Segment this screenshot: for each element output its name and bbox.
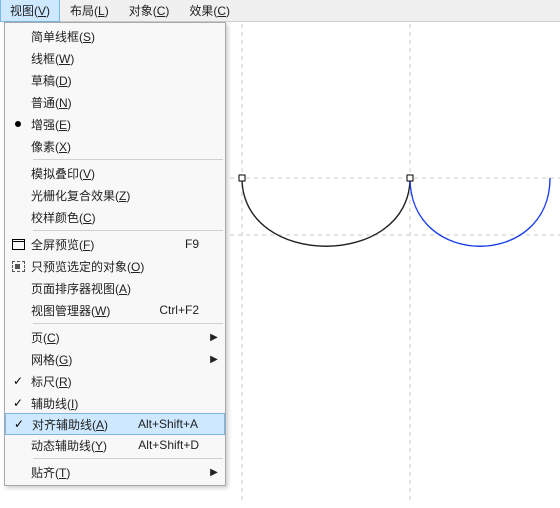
menu-item-label: 标尺(R) xyxy=(31,373,199,390)
menu-item-1[interactable]: 线框(W) xyxy=(5,47,225,69)
menu-item-label: 页(C) xyxy=(31,329,199,346)
canvas-svg xyxy=(230,24,560,504)
menu-item-0[interactable]: 简单线框(S) xyxy=(5,25,225,47)
menu-item-16[interactable]: 页(C) ▶ xyxy=(5,326,225,348)
menu-item-2[interactable]: 草稿(D) xyxy=(5,69,225,91)
menubar-item-2[interactable]: 对象(C) xyxy=(119,0,180,22)
selonly-icon-cell xyxy=(5,261,31,272)
menu-item-label: 像素(X) xyxy=(31,138,199,155)
menu-item-label: 简单线框(S) xyxy=(31,28,199,45)
submenu-arrow-icon: ▶ xyxy=(207,354,221,365)
menu-item-5[interactable]: 像素(X) xyxy=(5,135,225,157)
menu-separator xyxy=(33,458,223,459)
submenu-arrow-icon: ▶ xyxy=(207,467,221,478)
menu-item-label: 增强(E) xyxy=(31,116,199,133)
menu-item-23[interactable]: 贴齐(T) ▶ xyxy=(5,461,225,483)
menu-item-4[interactable]: 增强(E) xyxy=(5,113,225,135)
bullet-icon xyxy=(15,121,21,127)
menu-separator xyxy=(33,159,223,160)
menu-item-label: 网格(G) xyxy=(31,351,199,368)
fullscreen-icon-cell xyxy=(5,239,31,250)
menu-item-label: 动态辅助线(Y) xyxy=(31,437,138,454)
menu-separator xyxy=(33,323,223,324)
drawing-canvas[interactable] xyxy=(230,24,560,508)
menubar: 视图(V)布局(L)对象(C)效果(C) xyxy=(0,0,560,22)
check-icon-cell xyxy=(6,417,32,431)
fullscreen-icon xyxy=(12,239,25,250)
menubar-item-1[interactable]: 布局(L) xyxy=(60,0,119,22)
menu-item-label: 草稿(D) xyxy=(31,72,199,89)
menu-item-label: 校样颜色(C) xyxy=(31,209,199,226)
menu-item-20[interactable]: 对齐辅助线(A)Alt+Shift+A xyxy=(5,413,225,435)
node-handle-2[interactable] xyxy=(407,175,413,181)
menu-item-9[interactable]: 校样颜色(C) xyxy=(5,206,225,228)
check-icon xyxy=(14,417,24,431)
menu-item-14[interactable]: 视图管理器(W)Ctrl+F2 xyxy=(5,299,225,321)
menu-item-19[interactable]: 辅助线(I) xyxy=(5,392,225,414)
view-dropdown: 简单线框(S) 线框(W) 草稿(D) 普通(N) 增强(E) 像素(X) 模拟叠印(V) 光… xyxy=(4,22,226,486)
menu-item-label: 线框(W) xyxy=(31,50,199,67)
menu-item-label: 只预览选定的对象(O) xyxy=(31,258,199,275)
menu-item-label: 全屏预览(F) xyxy=(31,236,185,253)
selection-only-icon xyxy=(12,261,25,272)
menu-item-7[interactable]: 模拟叠印(V) xyxy=(5,162,225,184)
menu-item-label: 普通(N) xyxy=(31,94,199,111)
menu-item-label: 页面排序器视图(A) xyxy=(31,280,199,297)
menu-item-label: 贴齐(T) xyxy=(31,464,199,481)
check-icon xyxy=(13,374,23,388)
menu-item-11[interactable]: 全屏预览(F)F9 xyxy=(5,233,225,255)
menu-item-label: 视图管理器(W) xyxy=(31,302,159,319)
bullet-icon-cell xyxy=(5,121,31,127)
menu-item-label: 模拟叠印(V) xyxy=(31,165,199,182)
menubar-item-3[interactable]: 效果(C) xyxy=(179,0,240,22)
menu-item-label: 对齐辅助线(A) xyxy=(32,416,138,433)
menu-item-21[interactable]: 动态辅助线(Y)Alt+Shift+D xyxy=(5,434,225,456)
menu-item-13[interactable]: 页面排序器视图(A) xyxy=(5,277,225,299)
menu-item-shortcut: Alt+Shift+D xyxy=(138,438,207,452)
node-handle-1[interactable] xyxy=(239,175,245,181)
check-icon-cell xyxy=(5,396,31,410)
menu-item-8[interactable]: 光栅化复合效果(Z) xyxy=(5,184,225,206)
menu-separator xyxy=(33,230,223,231)
menu-item-shortcut: Ctrl+F2 xyxy=(159,303,207,317)
check-icon-cell xyxy=(5,374,31,388)
menu-item-3[interactable]: 普通(N) xyxy=(5,91,225,113)
menu-item-shortcut: F9 xyxy=(185,237,207,251)
menubar-item-0[interactable]: 视图(V) xyxy=(0,0,60,22)
curve-2[interactable] xyxy=(410,178,550,246)
menu-item-shortcut: Alt+Shift+A xyxy=(138,417,206,431)
menu-item-17[interactable]: 网格(G) ▶ xyxy=(5,348,225,370)
menu-item-label: 辅助线(I) xyxy=(31,395,199,412)
curve-1[interactable] xyxy=(242,178,410,246)
menu-item-label: 光栅化复合效果(Z) xyxy=(31,187,199,204)
menu-item-18[interactable]: 标尺(R) xyxy=(5,370,225,392)
submenu-arrow-icon: ▶ xyxy=(207,332,221,343)
menu-item-12[interactable]: 只预览选定的对象(O) xyxy=(5,255,225,277)
check-icon xyxy=(13,396,23,410)
